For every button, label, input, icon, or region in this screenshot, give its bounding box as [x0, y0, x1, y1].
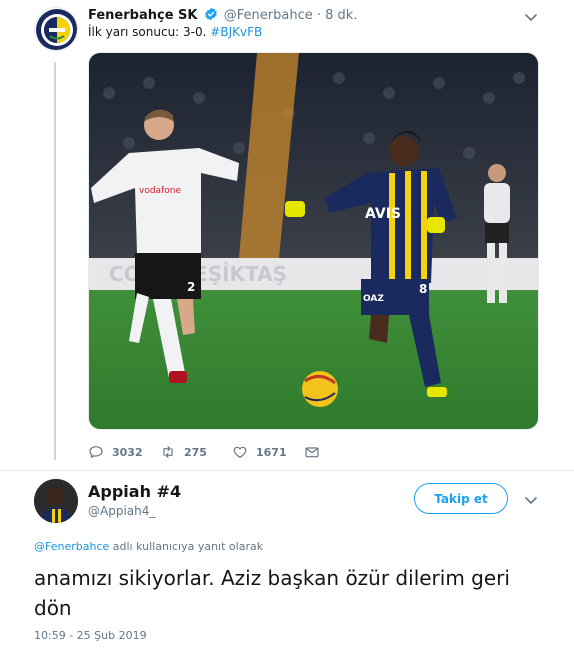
- retweet-icon: [163, 446, 173, 458]
- football-ball: [302, 371, 338, 407]
- author-handle[interactable]: @Fenerbahce: [224, 8, 313, 23]
- tweet-media-photo[interactable]: CONS BEŞİKTAŞ vodafone 2: [88, 52, 539, 430]
- hashtag-link[interactable]: #BJKvFB: [210, 25, 262, 39]
- tweet-text: İlk yarı sonucu: 3-0. #BJKvFB: [88, 25, 262, 39]
- jersey-sponsor-avis: AVIS: [365, 206, 401, 222]
- shorts-number-left: 2: [187, 280, 195, 294]
- verified-badge-icon: [204, 7, 217, 21]
- fenerbahce-avatar[interactable]: [34, 7, 78, 51]
- replying-to: @Fenerbahce adlı kullanıcıya yanıt olara…: [34, 540, 263, 553]
- reply-timestamp[interactable]: 10:59 - 25 Şub 2019: [34, 629, 147, 642]
- tweet-divider: [0, 470, 574, 471]
- reply-to-mention-link[interactable]: @Fenerbahce: [34, 540, 109, 553]
- tweet-time[interactable]: 8 dk.: [325, 8, 357, 23]
- retweet-count: 275: [184, 445, 207, 459]
- reply-count: 3032: [112, 445, 143, 459]
- thread-connector-line: [54, 62, 56, 460]
- tweet-actions: 3032 275 1671: [88, 443, 328, 461]
- reply-author-handle[interactable]: @Appiah4_: [88, 504, 155, 518]
- chevron-down-icon[interactable]: [523, 492, 539, 508]
- reply-author-name[interactable]: Appiah #4: [88, 482, 181, 501]
- appiah-avatar[interactable]: [34, 479, 78, 523]
- chevron-down-icon[interactable]: [523, 9, 539, 25]
- reply-to-label: adlı kullanıcıya yanıt olarak: [109, 540, 264, 553]
- dm-action[interactable]: [304, 444, 328, 460]
- separator-dot: ·: [316, 8, 321, 23]
- profile-photo: [34, 479, 78, 523]
- retweet-action[interactable]: 275: [160, 444, 232, 460]
- follow-button[interactable]: Takip et: [414, 483, 508, 514]
- tweet-header: Fenerbahçe SK @Fenerbahce · 8 dk.: [88, 7, 357, 23]
- reply-action[interactable]: 3032: [88, 444, 160, 460]
- heart-icon: [233, 446, 247, 458]
- like-action[interactable]: 1671: [232, 444, 304, 460]
- reply-tweet-text: anamızı sikiyorlar. Aziz başkan özür dil…: [34, 566, 510, 620]
- fenerbahce-crest-logo: [36, 9, 77, 50]
- author-name[interactable]: Fenerbahçe SK: [88, 8, 197, 23]
- envelope-icon: [305, 447, 319, 458]
- shorts-number-right: 8: [419, 282, 427, 296]
- jersey-sponsor-text: vodafone: [139, 186, 181, 196]
- like-count: 1671: [256, 445, 287, 459]
- reply-icon: [89, 446, 103, 458]
- shorts-text: OAZ: [363, 294, 384, 304]
- tweet-text-body: İlk yarı sonucu: 3-0.: [88, 25, 211, 39]
- football-match-photo: CONS BEŞİKTAŞ vodafone 2: [89, 53, 538, 429]
